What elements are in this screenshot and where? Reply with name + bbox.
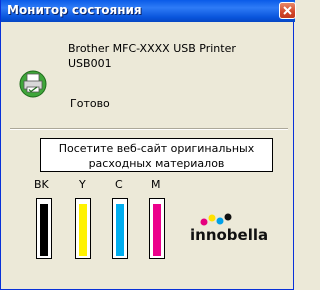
close-icon — [283, 6, 292, 15]
divider — [10, 128, 288, 130]
printer-status: Готово — [70, 97, 110, 110]
title-bar[interactable]: Монитор состояния — [1, 0, 296, 22]
ink-label-y: Y — [79, 178, 86, 191]
status-monitor-window: Монитор состояния Brother MFC-XXXX USB P… — [0, 0, 296, 290]
ink-label-c: C — [115, 178, 123, 191]
innobella-logo: innobella — [190, 210, 270, 254]
ink-gauge-y — [75, 198, 91, 259]
ink-level-c — [116, 204, 124, 256]
ink-level-bk — [40, 204, 48, 256]
window-title: Монитор состояния — [7, 3, 142, 17]
ink-level-y — [79, 204, 87, 256]
ink-gauge-bk — [36, 198, 52, 259]
visit-supplies-label-line2: расходных материалов — [88, 157, 225, 170]
printer-ok-icon — [19, 68, 47, 98]
logo-text: innobella — [190, 226, 269, 244]
ink-level-m — [153, 204, 161, 256]
printer-port: USB001 — [68, 57, 112, 70]
close-button[interactable] — [279, 2, 296, 19]
visit-supplies-label-line1: Посетите веб-сайт оригинальных — [58, 142, 255, 155]
ink-gauge-m — [149, 198, 165, 259]
ink-label-m: M — [151, 178, 161, 191]
ink-label-bk: BK — [34, 178, 49, 191]
visit-supplies-website-button[interactable]: Посетите веб-сайт оригинальных расходных… — [40, 138, 273, 172]
printer-model: Brother MFC-XXXX USB Printer — [68, 42, 236, 55]
ink-gauge-c — [112, 198, 128, 259]
